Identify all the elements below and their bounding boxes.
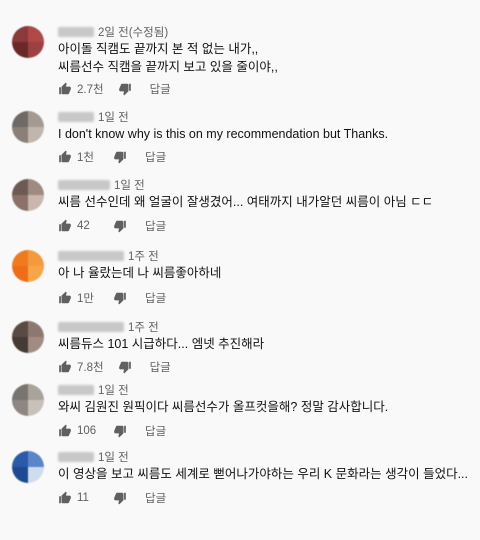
like-count: 1천 — [77, 152, 94, 164]
reply-button[interactable]: 답글 — [145, 490, 166, 506]
reply-button[interactable]: 답글 — [150, 359, 171, 375]
like-count: 11 — [77, 492, 89, 504]
like-count: 106 — [77, 425, 97, 437]
avatar[interactable] — [12, 250, 44, 282]
comment-timestamp[interactable]: 2일 전(수정됨) — [98, 24, 168, 40]
comment-timestamp[interactable]: 1일 전 — [98, 449, 129, 465]
reply-button[interactable]: 답글 — [145, 290, 166, 306]
thumbs-down-icon[interactable] — [118, 82, 132, 96]
reply-button[interactable]: 답글 — [145, 218, 166, 234]
reply-button[interactable]: 답글 — [145, 149, 166, 165]
comment-line: 아 나 율랐는데 나 씨름좋아하네 — [58, 266, 222, 280]
comment-line: 아이돌 직캠도 끝까지 본 적 없는 내가,, — [58, 42, 259, 56]
author-name-redacted[interactable] — [58, 180, 110, 190]
comment-text: 씨름듀스 101 시급하다... 엠넷 추진해라 — [58, 335, 264, 353]
comment-text: 아이돌 직캠도 끝까지 본 적 없는 내가,, 씨름선수 직캠을 끝까지 보고 … — [58, 40, 278, 76]
comment-line: 와씨 김원진 원픽이다 씨름선수가 올프컷을해? 정말 감사합니다. — [58, 400, 389, 414]
avatar[interactable] — [12, 451, 44, 483]
comment-timestamp[interactable]: 1주 전 — [128, 319, 159, 335]
author-name-redacted[interactable] — [58, 452, 94, 462]
avatar[interactable] — [12, 384, 44, 416]
comment-text: I don't know why is this on my recommend… — [58, 125, 388, 143]
thumbs-down-icon[interactable] — [113, 424, 127, 438]
avatar[interactable] — [12, 26, 44, 58]
author-name-redacted[interactable] — [58, 112, 94, 122]
author-name-redacted[interactable] — [58, 322, 124, 332]
thumbs-up-icon[interactable] — [58, 360, 72, 374]
comment-timestamp[interactable]: 1일 전 — [98, 109, 129, 125]
thumbs-down-icon[interactable] — [113, 219, 127, 233]
like-count: 7.8천 — [77, 362, 104, 374]
thumbs-up-icon[interactable] — [58, 150, 72, 164]
author-name-redacted[interactable] — [58, 251, 124, 261]
comment-text: 아 나 율랐는데 나 씨름좋아하네 — [58, 264, 221, 282]
thumbs-up-icon[interactable] — [58, 219, 72, 233]
comment-line: 이 영상을 보고 씨름도 세계로 뻗어나가야하는 우리 K 문화라는 생각이 들… — [58, 467, 468, 481]
comment-line: 씨름 선수인데 왜 얼굴이 잘생겼어... 여태까지 내가알던 씨름이 아님 ㄷ… — [58, 195, 434, 209]
comment-timestamp[interactable]: 1주 전 — [128, 248, 159, 264]
author-name-redacted[interactable] — [58, 27, 94, 37]
comment-timestamp[interactable]: 1일 전 — [98, 382, 129, 398]
thumbs-down-icon[interactable] — [118, 360, 132, 374]
avatar[interactable] — [12, 321, 44, 353]
comment-text: 이 영상을 보고 씨름도 세계로 뻗어나가야하는 우리 K 문화라는 생각이 들… — [58, 465, 468, 483]
thumbs-up-icon[interactable] — [58, 82, 72, 96]
thumbs-up-icon[interactable] — [58, 291, 72, 305]
avatar[interactable] — [12, 179, 44, 211]
comment-timestamp[interactable]: 1일 전 — [114, 177, 145, 193]
avatar[interactable] — [12, 111, 44, 143]
reply-button[interactable]: 답글 — [150, 81, 171, 97]
thumbs-down-icon[interactable] — [113, 150, 127, 164]
comment-line: 씨름듀스 101 시급하다... 엠넷 추진해라 — [58, 337, 265, 351]
comment-text: 씨름 선수인데 왜 얼굴이 잘생겼어... 여태까지 내가알던 씨름이 아님 ㄷ… — [58, 193, 433, 211]
thumbs-up-icon[interactable] — [58, 491, 72, 505]
thumbs-down-icon[interactable] — [113, 291, 127, 305]
author-name-redacted[interactable] — [58, 385, 94, 395]
comment-line: 씨름선수 직캠을 끝까지 보고 있을 줄이야,, — [58, 60, 278, 74]
comment-line: I don't know why is this on my recommend… — [58, 127, 389, 141]
reply-button[interactable]: 답글 — [145, 423, 166, 439]
like-count: 42 — [77, 220, 90, 232]
like-count: 2.7천 — [77, 84, 104, 96]
thumbs-down-icon[interactable] — [113, 491, 127, 505]
thumbs-up-icon[interactable] — [58, 424, 72, 438]
comment-text: 와씨 김원진 원픽이다 씨름선수가 올프컷을해? 정말 감사합니다. — [58, 398, 388, 416]
like-count: 1만 — [77, 293, 94, 305]
